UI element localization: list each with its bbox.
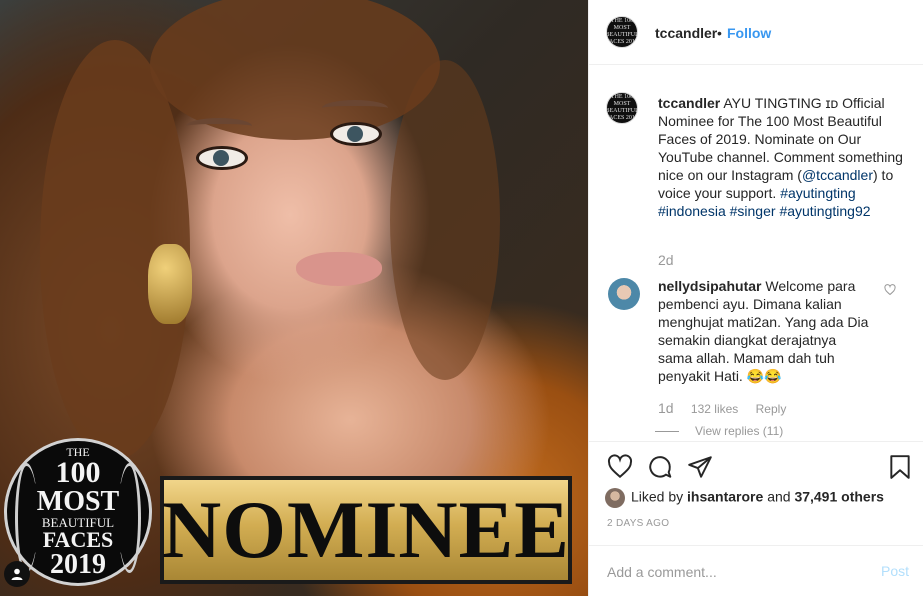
heart-icon[interactable] [607, 454, 633, 480]
post-header: THE 100 MOST BEAUTIFUL FACES 2019 tccand… [589, 0, 923, 65]
badge-line-6: 2019 [50, 548, 106, 580]
caption-mention[interactable]: @tccandler [802, 167, 873, 183]
hashtag-ayutingting92[interactable]: #ayutingting92 [779, 203, 870, 219]
comment-bar: Post [589, 545, 923, 597]
likes-others[interactable]: 37,491 others [794, 489, 884, 505]
hashtag-indonesia[interactable]: #indonesia [658, 203, 726, 219]
likes-conj: and [767, 488, 791, 505]
comment-icon[interactable] [647, 454, 673, 480]
caption-avatar[interactable]: THE 100 MOST BEAUTIFUL FACES 2019 [606, 92, 638, 124]
hair-top [150, 0, 440, 140]
post-date[interactable]: 2 DAYS AGO [607, 518, 669, 529]
comment-input[interactable] [605, 561, 869, 583]
liker-username[interactable]: ihsantarore [687, 489, 763, 505]
author-username[interactable]: tccandler [655, 25, 717, 41]
badge-line-2: 100 [55, 455, 101, 489]
reply-button[interactable]: Reply [756, 402, 787, 416]
comment-meta: 1d 132 likes Reply [658, 400, 800, 416]
comment-likes[interactable]: 132 likes [691, 402, 738, 416]
action-bar [589, 441, 923, 492]
award-badge: THE 100 MOST BEAUTIFUL FACES 2019 [4, 438, 152, 586]
hashtag-ayutingting[interactable]: #ayutingting [780, 185, 856, 201]
replies-divider [655, 431, 679, 433]
earring [148, 244, 192, 324]
post-caption: tccandler AYU TINGTING ɪᴅ Official Nomin… [658, 94, 908, 220]
right-eye [330, 122, 382, 146]
comment-like-icon[interactable] [884, 284, 896, 299]
likes-summary: Liked by ihsantarore and 37,491 others [605, 488, 884, 508]
caption-avatar-text: THE 100 MOST BEAUTIFUL FACES 2019 [606, 94, 638, 121]
left-brow [186, 118, 252, 134]
right-brow [322, 100, 388, 116]
follow-button[interactable]: Follow [727, 25, 771, 41]
author-avatar[interactable]: THE 100 MOST BEAUTIFUL FACES 2019 [606, 16, 638, 48]
view-replies-button[interactable]: View replies (11) [655, 424, 783, 438]
comment-item: nellydsipahutar Welcome para pembenci ay… [658, 277, 873, 385]
caption-username[interactable]: tccandler [658, 95, 720, 111]
post-photo[interactable]: THE 100 MOST BEAUTIFUL FACES 2019 NOMINE… [0, 0, 588, 596]
hashtag-singer[interactable]: #singer [730, 203, 776, 219]
liker-avatar[interactable] [605, 488, 625, 508]
likes-prefix: Liked by [631, 488, 684, 505]
lips [296, 252, 382, 286]
laurel-right [118, 463, 141, 573]
post-button[interactable]: Post [881, 563, 909, 579]
caption-timestamp[interactable]: 2d [658, 252, 674, 268]
user-tag-icon[interactable] [4, 561, 30, 587]
share-icon[interactable] [687, 454, 713, 480]
commenter-avatar[interactable] [608, 278, 640, 310]
bookmark-icon[interactable] [887, 454, 913, 480]
laurel-left [15, 463, 38, 573]
view-replies-label: View replies (11) [695, 424, 784, 438]
badge-line-3: MOST [36, 485, 120, 517]
comment-timestamp[interactable]: 1d [658, 400, 674, 416]
author-avatar-text: THE 100 MOST BEAUTIFUL FACES 2019 [606, 18, 638, 45]
badge-line-5: FACES [42, 526, 114, 552]
header-separator: • [717, 25, 722, 41]
comment-username[interactable]: nellydsipahutar [658, 278, 761, 294]
nominee-banner: NOMINEE [160, 476, 572, 584]
post-sidebar: THE 100 MOST BEAUTIFUL FACES 2019 tccand… [588, 0, 923, 596]
left-eye [196, 146, 248, 170]
